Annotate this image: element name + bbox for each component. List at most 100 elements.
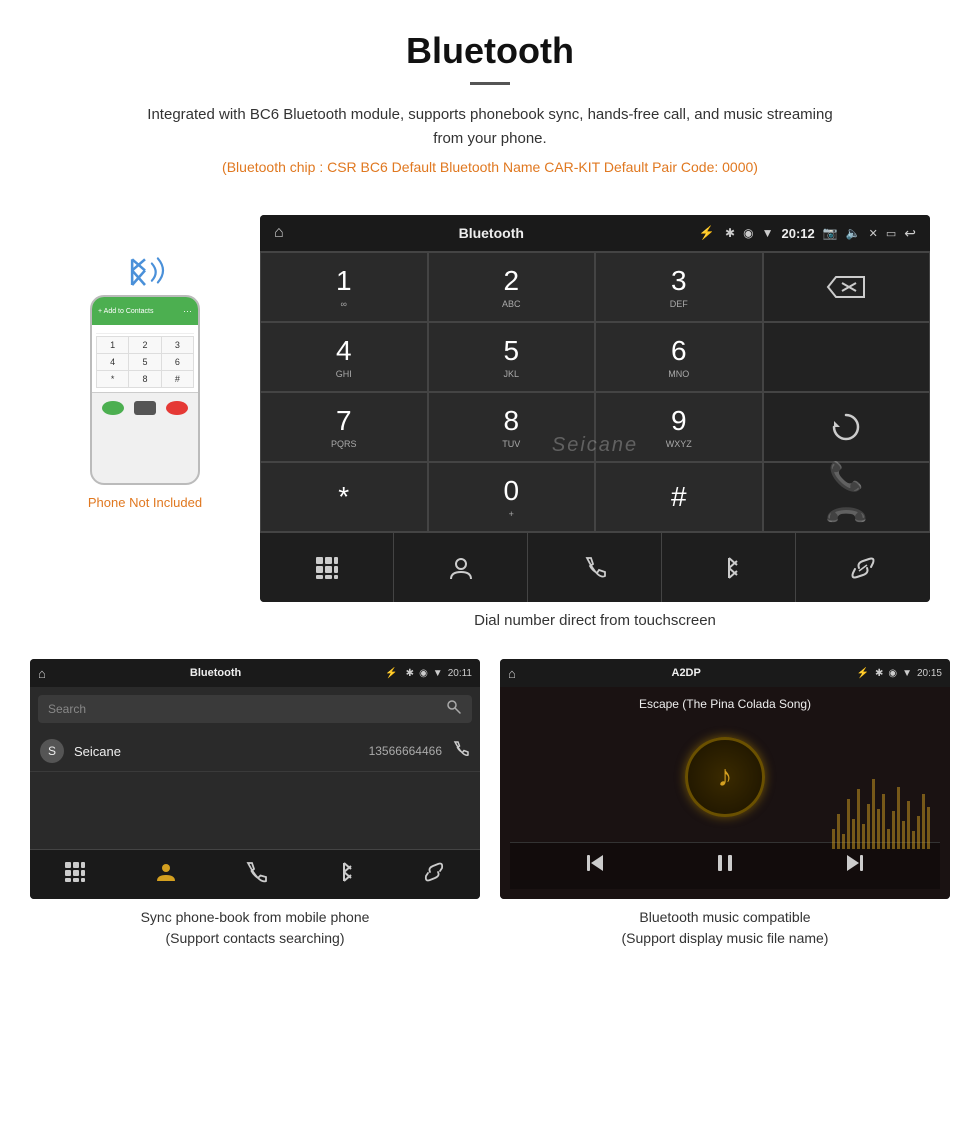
- phone-container: + Add to Contacts ··· 1 2 3 4 5 6 * 8 #: [50, 215, 240, 510]
- status-icons: ✱ ◉ ▼ 20:12 📷 🔈 ✕ ▭ ↩: [725, 225, 916, 242]
- phone-key-6[interactable]: 6: [162, 354, 193, 370]
- dial-key-3[interactable]: 3DEF: [595, 252, 763, 322]
- dial-grid: 1∞ 2ABC 3DEF: [260, 251, 930, 532]
- music-caption: Bluetooth music compatible (Support disp…: [500, 907, 950, 949]
- phone-key-9[interactable]: #: [162, 371, 193, 387]
- prev-track-button[interactable]: [583, 851, 607, 881]
- music-album-art: ♪: [685, 737, 765, 817]
- phone-top-more: ···: [183, 306, 192, 316]
- phone-key-8[interactable]: 8: [129, 371, 160, 387]
- music-controls: [510, 842, 940, 889]
- phone-call-button[interactable]: [102, 401, 124, 415]
- phone-key-2[interactable]: 2: [129, 337, 160, 353]
- pb-status-icons: ✱ ◉ ▼ 20:11: [406, 668, 472, 679]
- signal-icon: ▼: [762, 226, 774, 240]
- bluetooth-signal-icon: [115, 245, 175, 295]
- phone-key-5[interactable]: 5: [129, 354, 160, 370]
- delete-key[interactable]: [763, 252, 931, 322]
- phone-top-bar: + Add to Contacts ···: [92, 297, 198, 325]
- pb-phone-icon[interactable]: [245, 861, 267, 888]
- phonebook-screen: ⌂ Bluetooth ⚡ ✱ ◉ ▼ 20:11 Search: [30, 659, 480, 899]
- phonebook-screen-wrap: ⌂ Bluetooth ⚡ ✱ ◉ ▼ 20:11 Search: [30, 659, 480, 949]
- phone-key-4[interactable]: 4: [97, 354, 128, 370]
- bottom-screens: ⌂ Bluetooth ⚡ ✱ ◉ ▼ 20:11 Search: [0, 639, 980, 959]
- music-main-area: Escape (The Pina Colada Song) ♪: [500, 687, 950, 899]
- home-icon[interactable]: ⌂: [274, 224, 284, 242]
- music-home-icon[interactable]: ⌂: [508, 666, 516, 681]
- title-divider: [470, 82, 510, 85]
- pb-bt-nav-icon[interactable]: [335, 861, 353, 888]
- phonebook-search-bar[interactable]: Search: [38, 695, 472, 723]
- music-screen: ⌂ A2DP ⚡ ✱ ◉ ▼ 20:15: [500, 659, 950, 899]
- phone-not-included-label: Phone Not Included: [88, 495, 202, 510]
- person-icon: [448, 555, 474, 581]
- dial-key-1[interactable]: 1∞: [260, 252, 428, 322]
- contact-name: Seicane: [74, 744, 369, 759]
- search-icon[interactable]: [446, 699, 462, 720]
- main-section: + Add to Contacts ··· 1 2 3 4 5 6 * 8 #: [0, 205, 980, 639]
- pb-call-icon-row[interactable]: [452, 740, 470, 763]
- page-specs: (Bluetooth chip : CSR BC6 Default Blueto…: [20, 159, 960, 175]
- back-icon[interactable]: ↩: [904, 225, 916, 242]
- music-time: 20:15: [917, 668, 942, 679]
- contact-row[interactable]: S Seicane 13566664466: [30, 731, 480, 772]
- phonebook-bottom-bar: [30, 849, 480, 899]
- refresh-icon: [828, 409, 864, 445]
- camera-icon: 📷: [823, 226, 838, 240]
- play-pause-button[interactable]: [713, 851, 737, 881]
- pb-home-icon[interactable]: ⌂: [38, 666, 46, 681]
- music-song-title: Escape (The Pina Colada Song): [639, 697, 811, 711]
- music-bt-icon: ✱: [875, 668, 883, 679]
- phone-screen: 1 2 3 4 5 6 * 8 #: [92, 325, 198, 392]
- dialpad-caption: Dial number direct from touchscreen: [260, 612, 930, 629]
- music-screen-wrap: ⌂ A2DP ⚡ ✱ ◉ ▼ 20:15: [500, 659, 950, 949]
- link-nav-icon[interactable]: [796, 533, 930, 602]
- pb-grid-icon[interactable]: [64, 861, 86, 888]
- phone-key-1[interactable]: 1: [97, 337, 128, 353]
- dial-key-4[interactable]: 4GHI: [260, 322, 428, 392]
- music-statusbar: ⌂ A2DP ⚡ ✱ ◉ ▼ 20:15: [500, 659, 950, 687]
- dial-key-5[interactable]: 5JKL: [428, 322, 596, 392]
- car-dialpad-screen: ⌂ Bluetooth ⚡ ✱ ◉ ▼ 20:12 📷 🔈 ✕ ▭ ↩: [260, 215, 930, 629]
- car-screen-container: ⌂ Bluetooth ⚡ ✱ ◉ ▼ 20:12 📷 🔈 ✕ ▭ ↩: [260, 215, 930, 602]
- answer-call-icon[interactable]: 📞: [829, 460, 864, 493]
- dial-key-8[interactable]: 8TUV: [428, 392, 596, 462]
- pb-status-title: Bluetooth: [54, 667, 377, 679]
- phone-icon: [582, 555, 608, 581]
- phone-end-button[interactable]: [166, 401, 188, 415]
- pb-loc-icon: ◉: [419, 668, 428, 679]
- contact-avatar: S: [40, 739, 64, 763]
- dial-key-7[interactable]: 7PQRS: [260, 392, 428, 462]
- pb-bt-icon: ✱: [406, 668, 414, 679]
- phone-top-text: + Add to Contacts: [98, 308, 183, 315]
- dial-key-0[interactable]: 0+: [428, 462, 596, 532]
- phone-key-7[interactable]: *: [97, 371, 128, 387]
- pb-spacer: [30, 772, 480, 849]
- pb-time: 20:11: [448, 668, 472, 679]
- phone-dial-grid: 1 2 3 4 5 6 * 8 #: [96, 336, 194, 388]
- music-loc-icon: ◉: [888, 668, 897, 679]
- refresh-key[interactable]: [763, 392, 931, 462]
- pb-person-icon[interactable]: [155, 861, 177, 888]
- phone-illustration: + Add to Contacts ··· 1 2 3 4 5 6 * 8 #: [90, 295, 200, 485]
- pb-sig-icon: ▼: [433, 668, 443, 679]
- dial-key-2[interactable]: 2ABC: [428, 252, 596, 322]
- dialpad-grid-icon[interactable]: [260, 533, 394, 602]
- dial-key-9[interactable]: 9WXYZ: [595, 392, 763, 462]
- dial-key-hash[interactable]: #: [595, 462, 763, 532]
- pb-usb-icon: ⚡: [385, 668, 397, 679]
- dialpad-status-title: Bluetooth: [294, 225, 689, 241]
- page-description: Integrated with BC6 Bluetooth module, su…: [140, 103, 840, 151]
- dial-key-star[interactable]: *: [260, 462, 428, 532]
- phone-nav-icon[interactable]: [528, 533, 662, 602]
- bluetooth-nav-icon[interactable]: [662, 533, 796, 602]
- contacts-nav-icon[interactable]: [394, 533, 528, 602]
- usb-icon: ⚡: [699, 225, 715, 241]
- phone-key-3[interactable]: 3: [162, 337, 193, 353]
- next-track-button[interactable]: [843, 851, 867, 881]
- phone-menu-button[interactable]: [134, 401, 156, 415]
- dialpad-bottom-bar: [260, 532, 930, 602]
- pb-link-icon[interactable]: [422, 861, 446, 888]
- music-status-icons: ✱ ◉ ▼ 20:15: [875, 668, 942, 679]
- dial-key-6[interactable]: 6MNO: [595, 322, 763, 392]
